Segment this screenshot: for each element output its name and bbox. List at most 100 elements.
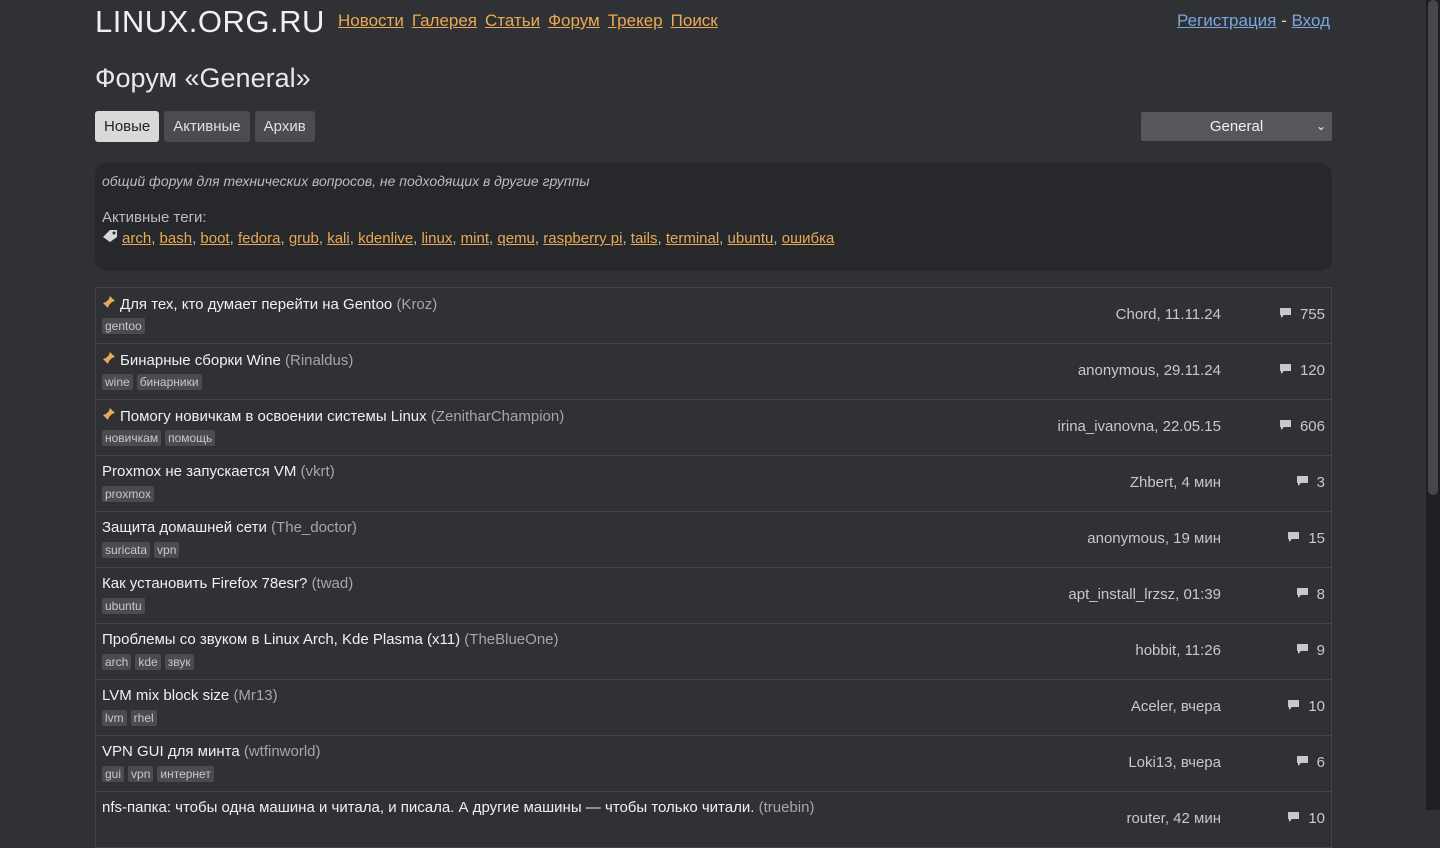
topic-row: VPN GUI для минта (wtfinworld) gui vpn инте… [95,736,1332,792]
topic-title-link[interactable]: Помогу новичкам в освоении системы Linux [120,408,427,425]
scrollbar-track[interactable] [1426,0,1440,810]
topic-tags: suricata vpn [102,542,180,558]
forum-info-box: общий форум для технических вопросов, не… [95,163,1332,271]
register-link[interactable]: Регистрация [1177,11,1276,30]
active-tag-link[interactable]: qemu [497,230,535,247]
tab-new[interactable]: Новые [95,111,160,142]
topic-title-link[interactable]: LVM mix block size [102,687,229,704]
last-reply[interactable]: irina_ivanovna, 22.05.15 [1058,418,1221,435]
topic-title-link[interactable]: nfs-папка: чтобы одна машина и читала, и… [102,799,754,816]
topic-tag[interactable]: gui [102,766,125,782]
last-reply[interactable]: router, 42 мин [1126,810,1221,827]
topic-tag[interactable]: gentoo [102,318,145,334]
topic-tag[interactable]: новичкам [102,430,162,446]
reply-count-value: 3 [1316,474,1325,491]
topic-tags: новичкам помощь [102,430,216,446]
auth-separator: - [1281,11,1287,30]
tab-archive[interactable]: Архив [254,111,315,142]
topic-tag[interactable]: proxmox [102,486,155,502]
nav-articles[interactable]: Статьи [485,11,540,30]
topic-tags: arch kde звук [102,654,194,670]
topic-title-link[interactable]: Для тех, кто думает перейти на Gentoo [120,296,392,313]
last-reply[interactable]: hobbit, 11:26 [1135,642,1221,659]
topic-title-link[interactable]: Proxmox не запускается VM [102,463,296,480]
reply-count: 8 [1296,586,1325,603]
active-tag-link[interactable]: terminal [666,230,719,247]
active-tag-link[interactable]: grub [289,230,319,247]
pin-icon [102,295,120,313]
active-tag-link[interactable]: kdenlive [358,230,413,247]
topic-author: (Mr13) [233,687,278,704]
topic-title-link[interactable]: Проблемы со звуком в Linux Arch, Kde Pla… [102,631,460,648]
topic-title-link[interactable]: Бинарные сборки Wine [120,352,281,369]
last-reply[interactable]: anonymous, 29.11.24 [1078,362,1221,379]
active-tag-link[interactable]: arch [122,230,151,247]
active-tag-link[interactable]: raspberry pi [543,230,622,247]
pin-icon [102,407,120,425]
topic-title-line: Проблемы со звуком в Linux Arch, Kde Pla… [102,631,559,648]
active-tag-link[interactable]: ошибка [782,230,835,247]
last-reply[interactable]: Aceler, вчера [1131,698,1221,715]
topic-row: Для тех, кто думает перейти на Gentoo (K… [95,288,1332,344]
reply-count-value: 9 [1316,642,1325,659]
nav-news[interactable]: Новости [338,11,404,30]
topic-tag[interactable]: lvm [102,710,127,726]
last-reply[interactable]: Chord, 11.11.24 [1116,306,1221,323]
last-reply[interactable]: Zhbert, 4 мин [1130,474,1221,491]
active-tag-link[interactable]: mint [461,230,489,247]
reply-count-value: 6 [1316,754,1325,771]
topic-author: (TheBlueOne) [464,631,559,648]
topic-tag[interactable]: интернет [157,766,214,782]
topic-tags: lvm rhel [102,710,157,726]
topic-row: Проблемы со звуком в Linux Arch, Kde Pla… [95,624,1332,680]
topic-title-link[interactable]: Как установить Firefox 78esr? [102,575,307,592]
reply-count: 755 [1279,306,1325,323]
nav-search[interactable]: Поиск [671,11,718,30]
reply-count: 10 [1287,698,1325,715]
nav-forum[interactable]: Форум [548,11,600,30]
comment-icon [1296,755,1309,770]
topic-tag[interactable]: бинарники [136,374,202,390]
page-title: Форум «General» [95,63,311,93]
reply-count: 10 [1287,810,1325,827]
active-tag-link[interactable]: ubuntu [728,230,774,247]
comment-icon [1279,307,1292,322]
topic-tag[interactable]: ubuntu [102,598,145,614]
reply-count: 9 [1296,642,1325,659]
topic-tag[interactable]: звук [164,654,194,670]
auth-links: Регистрация - Вход [1177,11,1330,31]
login-link[interactable]: Вход [1292,11,1330,30]
active-tag-link[interactable]: kali [327,230,350,247]
topic-tag[interactable]: rhel [130,710,157,726]
tab-active[interactable]: Активные [164,111,250,142]
topic-tag[interactable]: suricata [102,542,151,558]
forum-description: общий форум для технических вопросов, не… [102,173,590,189]
last-reply[interactable]: Loki13, вчера [1128,754,1221,771]
topic-tags: gentoo [102,318,145,334]
active-tag-link[interactable]: bash [160,230,193,247]
comment-icon [1296,643,1309,658]
last-reply[interactable]: anonymous, 19 мин [1087,530,1221,547]
topic-title-link[interactable]: Защита домашней сети [102,519,267,536]
reply-count: 606 [1279,418,1325,435]
topic-list: Для тех, кто думает перейти на Gentoo (K… [95,287,1332,848]
nav-tracker[interactable]: Трекер [608,11,663,30]
pin-icon [102,351,120,369]
topic-tag[interactable]: vpn [128,766,154,782]
nav-gallery[interactable]: Галерея [412,11,477,30]
topic-tag[interactable]: wine [102,374,133,390]
topic-title-link[interactable]: VPN GUI для минта [102,743,240,760]
topic-tags: proxmox [102,486,155,502]
last-reply[interactable]: apt_install_lrzsz, 01:39 [1068,586,1221,603]
topic-tag[interactable]: arch [102,654,132,670]
site-logo[interactable]: LINUX.ORG.RU [95,4,325,40]
topic-tag[interactable]: kde [135,654,161,670]
active-tag-link[interactable]: linux [421,230,452,247]
active-tag-link[interactable]: boot [200,230,229,247]
group-select[interactable]: General ⌄ [1141,112,1332,141]
topic-tag[interactable]: vpn [154,542,180,558]
active-tag-link[interactable]: fedora [238,230,281,247]
scrollbar-thumb[interactable] [1428,0,1438,495]
active-tag-link[interactable]: tails [631,230,658,247]
topic-tag[interactable]: помощь [165,430,216,446]
